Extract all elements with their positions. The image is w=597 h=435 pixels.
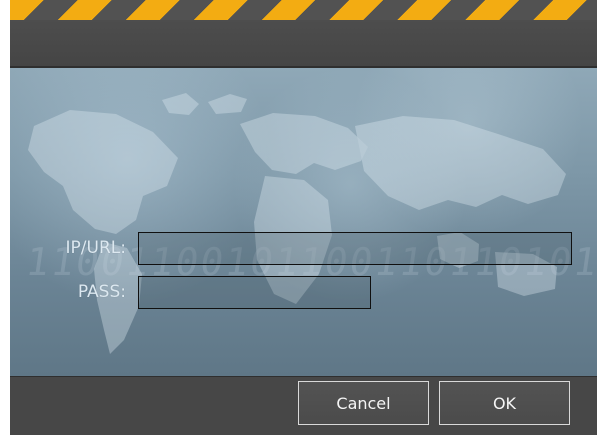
- dialog-footer: Cancel OK: [10, 376, 597, 435]
- world-map-background: [28, 93, 566, 354]
- password-input[interactable]: [138, 276, 371, 309]
- ip-url-input[interactable]: [138, 232, 572, 265]
- warning-stripe-bar: [10, 0, 597, 20]
- ok-button[interactable]: OK: [439, 381, 570, 425]
- ip-url-label: IP/URL:: [65, 238, 126, 258]
- cancel-button[interactable]: Cancel: [298, 381, 429, 425]
- dialog-header-bar: [10, 20, 597, 66]
- pass-label: PASS:: [77, 282, 126, 302]
- dialog-content: 11001100101100110110101 IP/URL: PASS:: [10, 68, 597, 376]
- login-dialog: 11001100101100110110101 IP/URL: PASS: Ca…: [10, 0, 597, 435]
